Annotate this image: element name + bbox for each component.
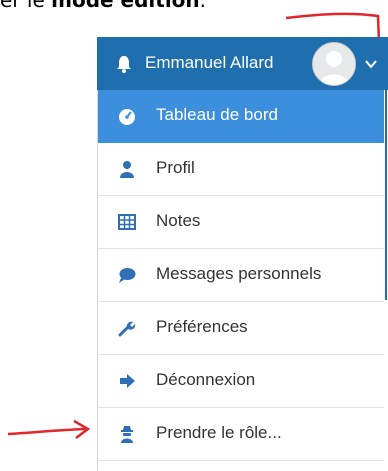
avatar[interactable] [312, 42, 356, 86]
menu-item-label: Tableau de bord [156, 105, 278, 124]
dashboard-icon [119, 109, 135, 125]
menu-item-label: Prendre le rôle... [156, 423, 282, 442]
menu-item-label: Notes [156, 211, 201, 230]
menu-item-profile[interactable]: Profil [98, 143, 384, 196]
speech-bubble-icon [119, 268, 136, 283]
menu-item-label: Déconnexion [156, 370, 256, 389]
user-menu-header[interactable]: Emmanuel Allard [97, 37, 388, 90]
bell-icon[interactable] [114, 54, 134, 74]
menu-item-grades[interactable]: Notes [98, 196, 384, 249]
wrench-icon [118, 321, 136, 337]
menu-item-dashboard[interactable]: Tableau de bord [98, 90, 384, 143]
sign-out-icon [120, 374, 135, 388]
caption-suffix: . [199, 0, 207, 12]
instruction-caption: er le mode édition. [0, 0, 240, 18]
menu-item-label: Préférences [156, 317, 248, 336]
menu-item-label: Profil [156, 158, 195, 177]
caption-bold: mode édition [51, 0, 200, 12]
menu-item-logout[interactable]: Déconnexion [98, 355, 384, 408]
user-name[interactable]: Emmanuel Allard [145, 53, 274, 73]
chevron-down-icon[interactable] [365, 59, 377, 69]
caption-prefix: er le [0, 0, 52, 12]
scroll-indicator [385, 90, 387, 300]
user-secret-icon [121, 426, 133, 443]
menu-item-label: Messages personnels [156, 264, 322, 283]
annotation-arrow-bottom [7, 419, 91, 439]
user-dropdown-menu: Tableau de bord Profil Notes Messages pe… [97, 90, 387, 471]
menu-item-preferences[interactable]: Préférences [98, 302, 384, 355]
grid-icon [118, 214, 136, 230]
default-avatar-icon [319, 51, 349, 85]
user-icon [120, 161, 134, 178]
menu-item-switch-role[interactable]: Prendre le rôle... [98, 408, 384, 461]
menu-item-messages[interactable]: Messages personnels [98, 249, 384, 302]
